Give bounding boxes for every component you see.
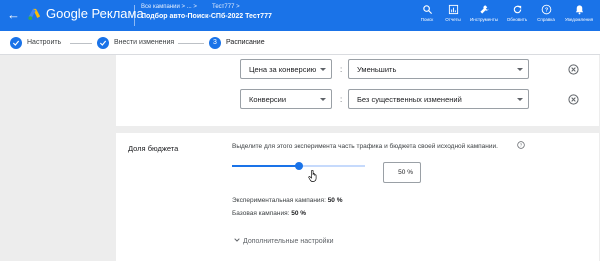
chevron-down-icon bbox=[517, 98, 523, 101]
budget-share-title: Доля бюджета bbox=[128, 144, 179, 153]
experiment-stepper: Настроить Внести изменения 3 Расписание bbox=[0, 31, 600, 55]
remove-rule-icon[interactable] bbox=[568, 64, 579, 75]
step-connector bbox=[70, 43, 92, 44]
back-arrow-icon[interactable]: ← bbox=[7, 7, 20, 23]
step-make-changes-label: Внести изменения bbox=[114, 39, 175, 46]
more-settings-toggle[interactable]: Дополнительные настройки bbox=[233, 236, 334, 245]
chevron-down-icon bbox=[320, 68, 326, 71]
direction-select[interactable]: Уменьшить bbox=[348, 59, 529, 79]
step-connector bbox=[178, 43, 204, 44]
chevron-down-icon bbox=[320, 98, 326, 101]
help-icon: ? bbox=[541, 4, 551, 15]
check-icon bbox=[10, 37, 22, 49]
page-title: Подбор авто-Поиск-СПб-2022 Тест777 bbox=[141, 13, 272, 20]
search-icon bbox=[422, 5, 432, 15]
base-campaign-label: Базовая кампания: bbox=[232, 210, 290, 217]
toolbar-notifications[interactable]: Уведомления bbox=[564, 4, 594, 22]
metric-select[interactable]: Конверсии bbox=[240, 89, 332, 109]
chevron-down-icon bbox=[517, 68, 523, 71]
card-footer bbox=[116, 255, 599, 261]
header-divider bbox=[134, 5, 135, 26]
toolbar-reports[interactable]: Отчеты bbox=[438, 4, 468, 22]
budget-percent-value: 50 % bbox=[398, 169, 413, 176]
step-number: 3 bbox=[209, 37, 221, 49]
direction-select-value: Уменьшить bbox=[357, 65, 397, 74]
bell-icon bbox=[575, 5, 583, 15]
base-campaign-value: 50 % bbox=[291, 210, 307, 217]
metric-select-value: Конверсии bbox=[249, 95, 287, 104]
more-settings-label: Дополнительные настройки bbox=[243, 238, 334, 245]
step-setup-label: Настроить bbox=[27, 39, 62, 46]
experiment-campaign-label: Экспериментальная кампания: bbox=[232, 197, 326, 204]
toolbar-help-label: Справка bbox=[537, 17, 555, 22]
direction-select[interactable]: Без существенных изменений bbox=[348, 89, 529, 109]
chevron-down-icon bbox=[234, 238, 240, 242]
tools-icon bbox=[479, 5, 489, 14]
check-icon bbox=[97, 37, 109, 49]
budget-share-card bbox=[116, 133, 599, 259]
remove-rule-icon[interactable] bbox=[568, 94, 579, 105]
metric-select[interactable]: Цена за конверсию bbox=[240, 59, 332, 79]
help-icon[interactable]: ? bbox=[517, 141, 525, 149]
toolbar-refresh[interactable]: Обновить bbox=[502, 4, 532, 22]
toolbar-notifications-label: Уведомления bbox=[564, 17, 594, 22]
breadcrumb-test[interactable]: Тест777 > bbox=[212, 4, 240, 10]
rule-separator: : bbox=[340, 95, 343, 104]
step-schedule-label: Расписание bbox=[226, 39, 265, 46]
top-app-bar: ← Google Реклама Все кампании > ... > Те… bbox=[0, 0, 600, 31]
rule-separator: : bbox=[340, 65, 343, 74]
budget-slider-handle[interactable] bbox=[294, 162, 303, 170]
budget-percent-input[interactable]: 50 % bbox=[383, 162, 421, 183]
budget-share-description: Выделите для этого эксперимента часть тр… bbox=[232, 143, 498, 150]
brand-name[interactable]: Google Реклама bbox=[46, 6, 144, 21]
toolbar-refresh-label: Обновить bbox=[506, 17, 528, 22]
refresh-icon bbox=[513, 5, 521, 14]
base-campaign-share: Базовая кампания: 50 % bbox=[232, 210, 306, 217]
toolbar-help[interactable]: ? Справка bbox=[531, 4, 561, 22]
svg-text:?: ? bbox=[520, 143, 523, 148]
toolbar-reports-label: Отчеты bbox=[445, 17, 461, 22]
budget-slider-fill bbox=[232, 165, 299, 167]
svg-text:?: ? bbox=[544, 8, 548, 14]
toolbar-tools[interactable]: Инструменты bbox=[469, 4, 499, 22]
toolbar-tools-label: Инструменты bbox=[469, 17, 499, 22]
google-ads-logo bbox=[28, 8, 41, 20]
experiment-campaign-share: Экспериментальная кампания: 50 % bbox=[232, 197, 343, 204]
direction-select-value: Без существенных изменений bbox=[357, 95, 462, 104]
reports-icon bbox=[448, 4, 458, 15]
hand-pointer-cursor-icon bbox=[308, 170, 317, 182]
breadcrumb-all-campaigns[interactable]: Все кампании > ... > bbox=[141, 4, 197, 10]
experiment-campaign-value: 50 % bbox=[327, 197, 343, 204]
metric-select-value: Цена за конверсию bbox=[249, 65, 317, 74]
